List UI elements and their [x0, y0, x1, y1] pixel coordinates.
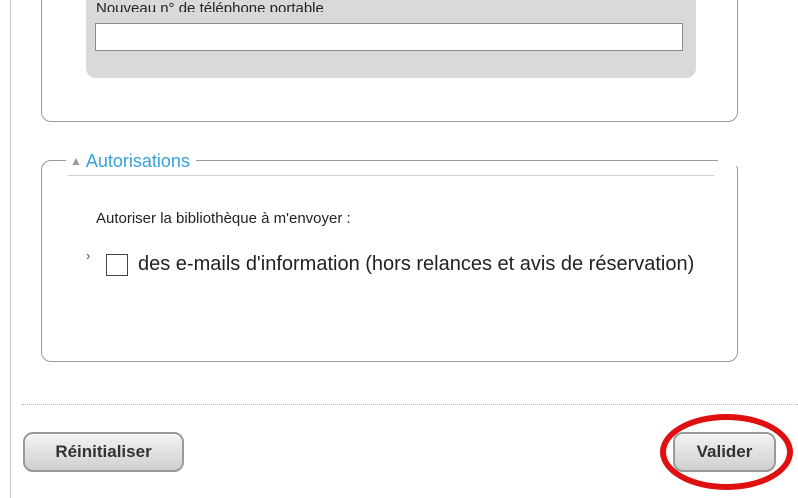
reset-button[interactable]: Réinitialiser — [23, 432, 184, 472]
info-emails-checkbox[interactable] — [106, 254, 128, 276]
authorisations-legend[interactable]: ▲ Autorisations — [66, 149, 196, 173]
phone-field-label: Nouveau n° de téléphone portable — [96, 2, 324, 12]
fieldset-border-gap — [718, 154, 738, 166]
info-emails-option-label: des e-mails d'information (hors relances… — [138, 253, 695, 275]
form-separator — [22, 404, 798, 405]
mobile-phone-input[interactable] — [95, 23, 683, 51]
authorisations-intro: Autoriser la bibliothèque à m'envoyer : — [96, 210, 351, 227]
legend-underline — [68, 175, 714, 176]
authorisations-legend-text[interactable]: Autorisations — [86, 151, 190, 172]
left-border-line — [10, 0, 11, 498]
chevron-right-icon: › — [86, 248, 91, 263]
submit-button[interactable]: Valider — [673, 432, 776, 472]
collapse-triangle-icon[interactable]: ▲ — [70, 154, 82, 168]
